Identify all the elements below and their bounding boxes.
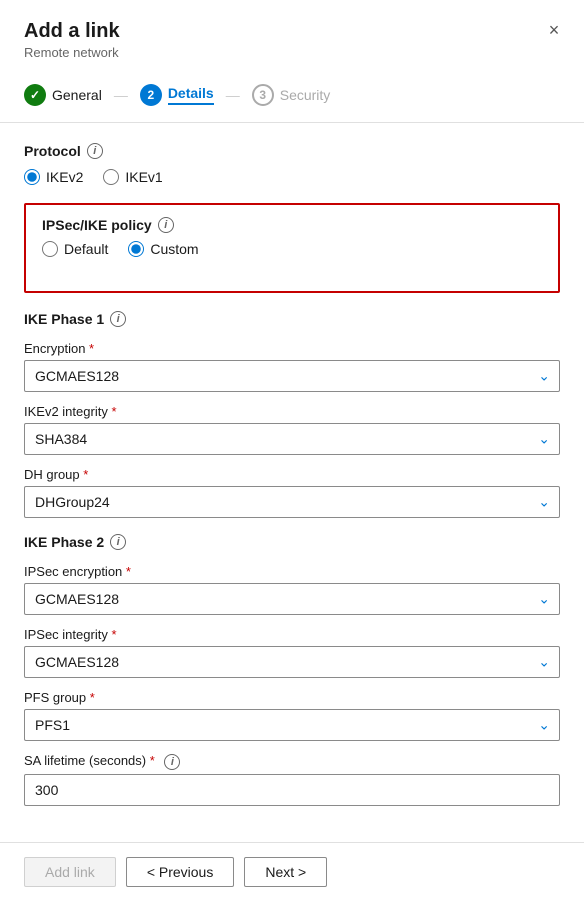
protocol-info-icon[interactable]: i	[87, 143, 103, 159]
sa-lifetime-input[interactable]	[24, 774, 560, 806]
ike-phase2-title: IKE Phase 2 i	[24, 534, 560, 550]
ipsec-policy-info-icon[interactable]: i	[158, 217, 174, 233]
dh-group-field: DH group * DHGroup24 DHGroup14 DHGroup20…	[24, 467, 560, 518]
ike-phase1-info-icon[interactable]: i	[110, 311, 126, 327]
protocol-option-ikev1[interactable]: IKEv1	[103, 169, 162, 185]
ipsec-policy-label: IPSec/IKE policy i	[42, 217, 542, 233]
ike-phase1-title-text: IKE Phase 1	[24, 311, 104, 327]
add-link-button[interactable]: Add link	[24, 857, 116, 887]
next-button[interactable]: Next >	[244, 857, 327, 887]
ipsec-policy-box: IPSec/IKE policy i Default Custom	[24, 203, 560, 293]
step-circle-details: 2	[140, 84, 162, 106]
encryption-select[interactable]: GCMAES128 GCMAES256 AES256 AES192 AES128	[24, 360, 560, 392]
dialog-footer: Add link < Previous Next >	[0, 842, 584, 901]
ipsec-policy-radio-group: Default Custom	[42, 241, 542, 257]
ikev2-integrity-select-wrapper: SHA384 SHA256 SHA1 MD5 ⌄	[24, 423, 560, 455]
protocol-label-ikev1: IKEv1	[125, 169, 162, 185]
policy-label-default: Default	[64, 241, 108, 257]
ike-phase2-section: IKE Phase 2 i IPSec encryption * GCMAES1…	[24, 534, 560, 806]
pfs-group-field: PFS group * PFS1 PFS2 PFS2048 ECP384 Non…	[24, 690, 560, 741]
ikev2-integrity-select[interactable]: SHA384 SHA256 SHA1 MD5	[24, 423, 560, 455]
protocol-label-ikev2: IKEv2	[46, 169, 83, 185]
sa-lifetime-info-icon[interactable]: i	[164, 754, 180, 770]
policy-option-default[interactable]: Default	[42, 241, 108, 257]
dialog-header: Add a link Remote network ×	[0, 0, 584, 60]
policy-option-custom[interactable]: Custom	[128, 241, 198, 257]
ipsec-integrity-label: IPSec integrity *	[24, 627, 560, 642]
dh-group-select[interactable]: DHGroup24 DHGroup14 DHGroup2048 ECP384 E…	[24, 486, 560, 518]
step-details[interactable]: 2 Details	[140, 84, 214, 106]
protocol-section-label: Protocol i	[24, 143, 560, 159]
ikev2-integrity-label: IKEv2 integrity *	[24, 404, 560, 419]
protocol-label-text: Protocol	[24, 143, 81, 159]
encryption-select-wrapper: GCMAES128 GCMAES256 AES256 AES192 AES128…	[24, 360, 560, 392]
protocol-radio-group: IKEv2 IKEv1	[24, 169, 560, 185]
sa-lifetime-label: SA lifetime (seconds) * i	[24, 753, 560, 770]
step-security[interactable]: 3 Security	[252, 84, 331, 106]
policy-label-custom: Custom	[150, 241, 198, 257]
dialog-title: Add a link	[24, 20, 560, 43]
pfs-group-select-wrapper: PFS1 PFS2 PFS2048 ECP384 None ⌄	[24, 709, 560, 741]
ipsec-integrity-field: IPSec integrity * GCMAES128 GCMAES256 SH…	[24, 627, 560, 678]
policy-radio-default[interactable]	[42, 241, 58, 257]
step-separator-2: —	[226, 87, 240, 103]
ipsec-integrity-select[interactable]: GCMAES128 GCMAES256 SHA256 SHA1	[24, 646, 560, 678]
ikev2-integrity-field: IKEv2 integrity * SHA384 SHA256 SHA1 MD5…	[24, 404, 560, 455]
ipsec-encryption-select-wrapper: GCMAES128 GCMAES256 AES256 None ⌄	[24, 583, 560, 615]
dialog-subtitle: Remote network	[24, 45, 560, 60]
step-label-general: General	[52, 87, 102, 103]
previous-button[interactable]: < Previous	[126, 857, 235, 887]
ipsec-encryption-select[interactable]: GCMAES128 GCMAES256 AES256 None	[24, 583, 560, 615]
step-label-security: Security	[280, 87, 331, 103]
add-link-dialog: Add a link Remote network × ✓ General — …	[0, 0, 584, 915]
close-button[interactable]: ×	[540, 16, 568, 44]
ipsec-policy-label-text: IPSec/IKE policy	[42, 217, 152, 233]
ike-phase1-section: IKE Phase 1 i Encryption * GCMAES128 GCM…	[24, 311, 560, 518]
policy-radio-custom[interactable]	[128, 241, 144, 257]
protocol-option-ikev2[interactable]: IKEv2	[24, 169, 83, 185]
step-label-details: Details	[168, 85, 214, 105]
protocol-radio-ikev2[interactable]	[24, 169, 40, 185]
dialog-content: Protocol i IKEv2 IKEv1 IPSec/IKE policy …	[0, 123, 584, 842]
ipsec-integrity-select-wrapper: GCMAES128 GCMAES256 SHA256 SHA1 ⌄	[24, 646, 560, 678]
step-general[interactable]: ✓ General	[24, 84, 102, 106]
ike-phase2-info-icon[interactable]: i	[110, 534, 126, 550]
protocol-radio-ikev1[interactable]	[103, 169, 119, 185]
step-circle-general: ✓	[24, 84, 46, 106]
pfs-group-select[interactable]: PFS1 PFS2 PFS2048 ECP384 None	[24, 709, 560, 741]
pfs-group-label: PFS group *	[24, 690, 560, 705]
encryption-field: Encryption * GCMAES128 GCMAES256 AES256 …	[24, 341, 560, 392]
ike-phase1-title: IKE Phase 1 i	[24, 311, 560, 327]
dh-group-label: DH group *	[24, 467, 560, 482]
sa-lifetime-field: SA lifetime (seconds) * i	[24, 753, 560, 806]
encryption-label: Encryption *	[24, 341, 560, 356]
ike-phase2-title-text: IKE Phase 2	[24, 534, 104, 550]
dh-group-select-wrapper: DHGroup24 DHGroup14 DHGroup2048 ECP384 E…	[24, 486, 560, 518]
ipsec-encryption-field: IPSec encryption * GCMAES128 GCMAES256 A…	[24, 564, 560, 615]
step-circle-security: 3	[252, 84, 274, 106]
step-separator-1: —	[114, 87, 128, 103]
ipsec-encryption-label: IPSec encryption *	[24, 564, 560, 579]
steps-navigation: ✓ General — 2 Details — 3 Security	[0, 72, 584, 123]
